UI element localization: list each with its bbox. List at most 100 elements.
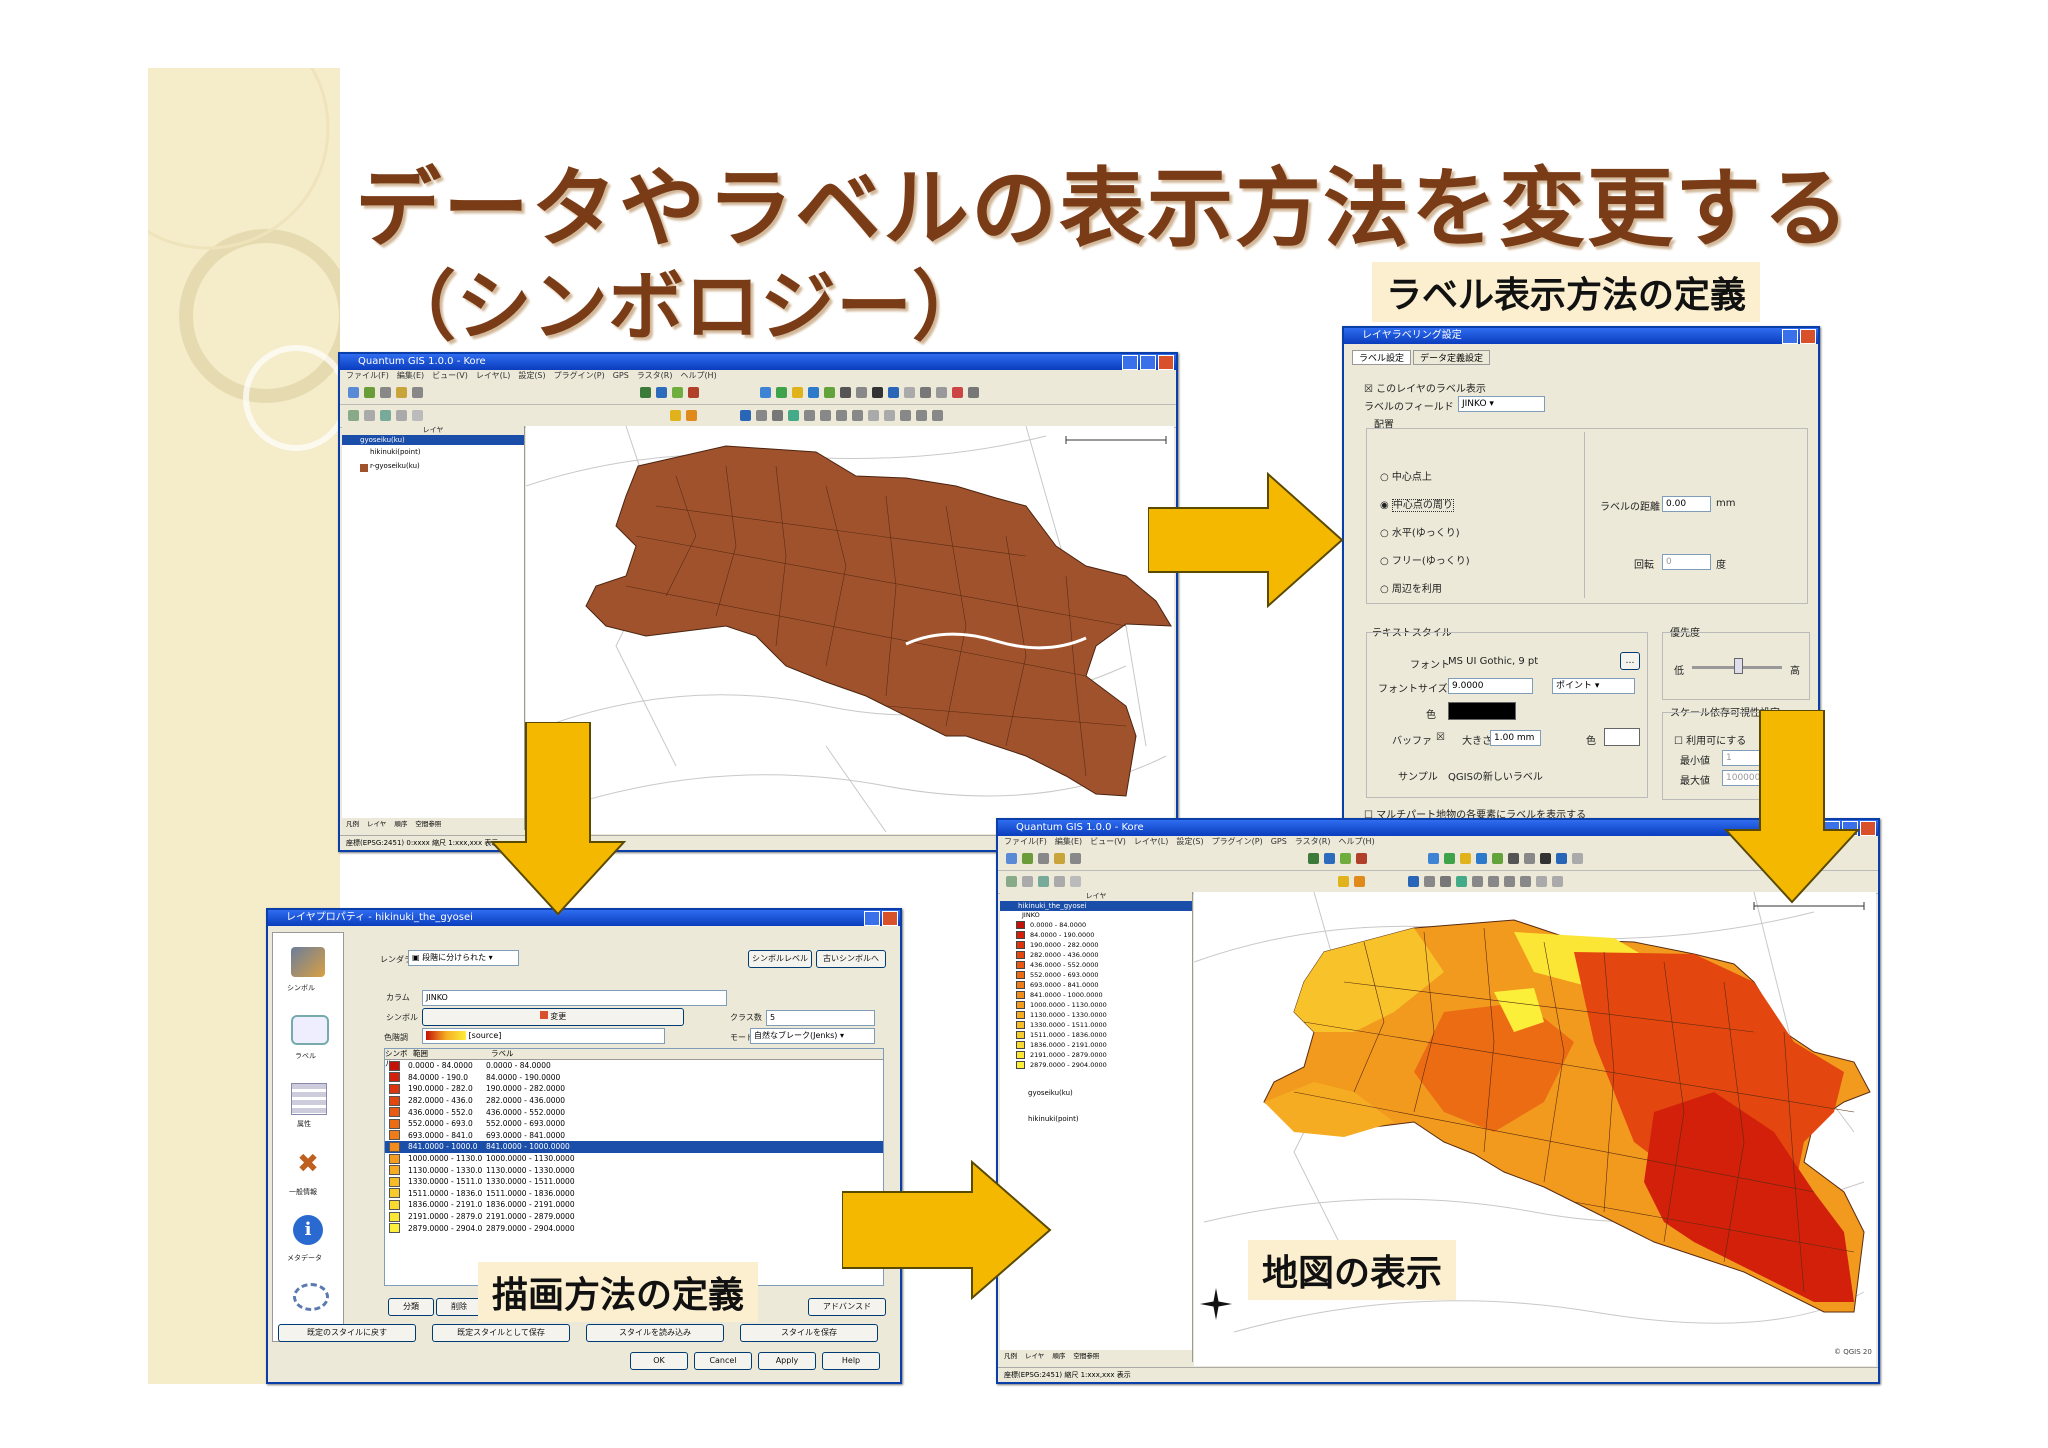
toolbar[interactable] xyxy=(340,382,1176,405)
classes-table[interactable]: シンボル 範囲 ラベル 0.0000 - 84.00000.0000 - 84.… xyxy=(384,1048,884,1286)
label-icon[interactable] xyxy=(291,1015,329,1045)
change-symbol-button[interactable]: 変更 xyxy=(422,1008,684,1026)
close-button[interactable] xyxy=(1860,821,1876,836)
class-color-swatch[interactable] xyxy=(389,1060,400,1071)
apply-button[interactable]: Apply xyxy=(758,1352,816,1370)
save-default-style-button[interactable]: 既定スタイルとして保存 xyxy=(432,1324,570,1342)
layer-item[interactable]: r-gyoseiku(ku) xyxy=(342,459,524,473)
sidebar-item-symbol[interactable]: シンボル xyxy=(287,983,315,993)
layer-panel-tabs[interactable]: 凡例 レイヤ 順序 空間参照 xyxy=(1000,1350,1192,1362)
class-color-swatch[interactable] xyxy=(389,1130,400,1141)
load-style-button[interactable]: スタイルを読み込み xyxy=(586,1324,724,1342)
help-dialog-button[interactable]: Help xyxy=(822,1352,880,1370)
text-color-swatch[interactable] xyxy=(1448,702,1516,720)
help-button[interactable] xyxy=(1782,329,1798,344)
class-row[interactable]: 84.0000 - 190.0 84.0000 - 190.0000 xyxy=(385,1072,883,1084)
tab-label-settings[interactable]: ラベル設定 xyxy=(1352,350,1412,365)
class-color-swatch[interactable] xyxy=(389,1118,400,1129)
gear-icon[interactable] xyxy=(293,1283,329,1311)
class-row[interactable]: 0.0000 - 84.0000 0.0000 - 84.0000 xyxy=(385,1060,883,1072)
colorramp-select[interactable]: [source] xyxy=(422,1028,665,1044)
class-row[interactable]: 693.0000 - 841.0 693.0000 - 841.0000 xyxy=(385,1130,883,1142)
tab-data-defined[interactable]: データ定義設定 xyxy=(1413,350,1491,365)
class-row[interactable]: 2191.0000 - 2879.0 2191.0000 - 2879.0000 xyxy=(385,1211,883,1223)
class-row[interactable]: 436.0000 - 552.0 436.0000 - 552.0000 xyxy=(385,1106,883,1118)
class-color-swatch[interactable] xyxy=(389,1072,400,1083)
tab-layers[interactable]: レイヤ xyxy=(1025,1350,1044,1362)
buffer-checkbox[interactable]: ☒ xyxy=(1436,732,1445,743)
tab-crs[interactable]: 空間参照 xyxy=(1073,1350,1099,1362)
field-select[interactable]: JINKO ▾ xyxy=(1458,396,1545,412)
close-button[interactable] xyxy=(1158,355,1174,370)
help-button[interactable] xyxy=(864,911,880,926)
font-size-input[interactable]: 9.0000 xyxy=(1448,678,1533,694)
radio-perimeter[interactable]: ○ 周辺を利用 xyxy=(1380,580,1442,595)
sidebar-item-general[interactable]: 一般情報 xyxy=(289,1187,317,1197)
layer-item[interactable]: hikinuki(point) xyxy=(342,445,524,459)
class-color-swatch[interactable] xyxy=(389,1223,400,1234)
class-color-swatch[interactable] xyxy=(389,1165,400,1176)
show-label-checkbox[interactable]: ☒ このレイヤのラベル表示 xyxy=(1364,380,1486,395)
attributes-icon[interactable] xyxy=(291,1083,327,1115)
cancel-button[interactable]: Cancel xyxy=(694,1352,752,1370)
layer-item[interactable]: gyoseiku(ku) xyxy=(1000,1086,1192,1100)
classify-button[interactable]: 分類 xyxy=(388,1298,434,1316)
class-color-swatch[interactable] xyxy=(389,1176,400,1187)
layer-item[interactable]: hikinuki(point) xyxy=(1000,1112,1192,1126)
class-color-swatch[interactable] xyxy=(389,1107,400,1118)
class-row[interactable]: 552.0000 - 693.0 552.0000 - 693.0000 xyxy=(385,1118,883,1130)
sidebar-item-label[interactable]: ラベル xyxy=(295,1051,316,1061)
active-layer-item[interactable]: hikinuki_the_gyosei xyxy=(1000,901,1192,911)
radio-free[interactable]: ○ フリー(ゆっくり) xyxy=(1380,552,1470,567)
class-row[interactable]: 282.0000 - 436.0 282.0000 - 436.0000 xyxy=(385,1095,883,1107)
tab-legend[interactable]: 凡例 xyxy=(346,818,359,830)
tab-legend[interactable]: 凡例 xyxy=(1004,1350,1017,1362)
buffer-color-swatch[interactable] xyxy=(1604,728,1640,746)
label-distance-input[interactable]: 0.00 xyxy=(1662,496,1711,512)
close-button[interactable] xyxy=(882,911,898,926)
radio-horizontal[interactable]: ○ 水平(ゆっくり) xyxy=(1380,524,1460,539)
class-color-swatch[interactable] xyxy=(389,1095,400,1106)
minimize-button[interactable] xyxy=(1122,355,1138,370)
classes-list[interactable]: 0.0000 - 84.0000 0.0000 - 84.0000 84.0000 … xyxy=(385,1060,883,1234)
tab-bar[interactable]: ラベル設定 データ定義設定 xyxy=(1352,350,1491,365)
rotation-input[interactable]: 0 xyxy=(1662,554,1711,570)
class-color-swatch[interactable] xyxy=(389,1199,400,1210)
radio-over[interactable]: ○ 中心点上 xyxy=(1380,468,1432,483)
radio-around[interactable]: ◉ 中心点の周り xyxy=(1380,496,1454,512)
class-row[interactable]: 1000.0000 - 1130.0 1000.0000 - 1130.0000 xyxy=(385,1153,883,1165)
menu-bar[interactable]: ファイル(F) 編集(E) ビュー(V) レイヤ(L) 設定(S) プラグイン(… xyxy=(340,370,1176,382)
class-color-swatch[interactable] xyxy=(389,1083,400,1094)
sidebar-item-attributes[interactable]: 属性 xyxy=(297,1119,311,1129)
info-icon[interactable]: i xyxy=(293,1215,323,1245)
font-size-unit-select[interactable]: ポイント ▾ xyxy=(1552,678,1635,694)
class-row[interactable]: 2879.0000 - 2904.0 2879.0000 - 2904.0000 xyxy=(385,1222,883,1234)
class-row[interactable]: 841.0000 - 1000.0 841.0000 - 1000.0000 xyxy=(385,1141,883,1153)
old-symbology-button[interactable]: 古いシンボルへ xyxy=(816,950,886,968)
class-color-swatch[interactable] xyxy=(389,1141,400,1152)
sidebar-item-metadata[interactable]: メタデータ xyxy=(287,1253,322,1263)
class-color-swatch[interactable] xyxy=(389,1153,400,1164)
symbol-icon[interactable] xyxy=(291,947,325,977)
class-color-swatch[interactable] xyxy=(389,1211,400,1222)
class-row[interactable]: 1511.0000 - 1836.0 1511.0000 - 1836.0000 xyxy=(385,1188,883,1200)
close-button[interactable] xyxy=(1800,329,1816,344)
column-select[interactable]: JINKO xyxy=(422,990,727,1006)
class-row[interactable]: 190.0000 - 282.0 190.0000 - 282.0000 xyxy=(385,1083,883,1095)
class-row[interactable]: 1130.0000 - 1330.0 1130.0000 - 1330.0000 xyxy=(385,1164,883,1176)
classes-input[interactable]: 5 xyxy=(766,1010,875,1026)
class-color-swatch[interactable] xyxy=(389,1188,400,1199)
delete-button[interactable]: 削除 xyxy=(436,1298,482,1316)
tab-layers[interactable]: レイヤ xyxy=(367,818,386,830)
priority-slider-handle[interactable] xyxy=(1734,658,1743,674)
ok-button[interactable]: OK xyxy=(630,1352,688,1370)
layer-item[interactable]: gyoseiku(ku) xyxy=(342,435,524,445)
tab-order[interactable]: 順序 xyxy=(1052,1350,1065,1362)
tab-crs[interactable]: 空間参照 xyxy=(415,818,441,830)
mode-select[interactable]: 自然なブレーク(Jenks) ▾ xyxy=(750,1028,875,1044)
toolbar-2[interactable] xyxy=(340,405,1176,428)
advanced-button[interactable]: アドバンスド xyxy=(808,1298,886,1316)
symbol-level-button[interactable]: シンボルレベル xyxy=(748,950,812,968)
renderer-select[interactable]: ▣ 段階に分けられた ▾ xyxy=(408,950,519,966)
class-row[interactable]: 1330.0000 - 1511.0 1330.0000 - 1511.0000 xyxy=(385,1176,883,1188)
